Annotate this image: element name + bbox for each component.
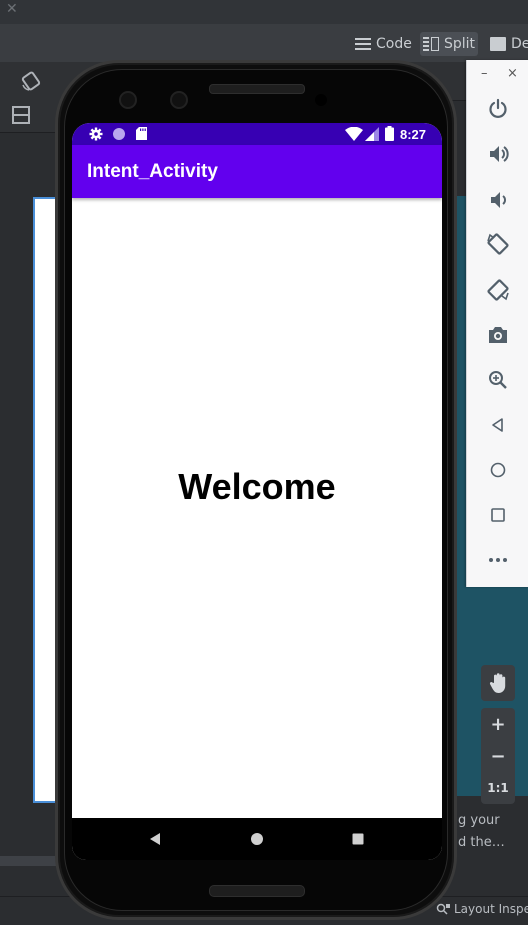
horizontal-scrollbar[interactable] [0, 856, 62, 866]
more-icon [489, 558, 507, 562]
rotate-right-icon [487, 279, 509, 301]
more-button[interactable] [483, 545, 513, 575]
hand-icon [489, 673, 506, 693]
nav-home-button[interactable] [248, 830, 266, 848]
close-emulator-button[interactable]: × [507, 66, 518, 81]
power-button[interactable] [483, 94, 513, 124]
proximity-sensor [315, 94, 327, 106]
close-tab-icon[interactable]: ✕ [6, 1, 18, 17]
lines-icon [355, 38, 371, 50]
zoom-button[interactable] [483, 365, 513, 395]
screenshot-button[interactable] [483, 320, 513, 350]
zoom-controls: + − 1:1 [481, 708, 515, 804]
pan-tool-button[interactable] [481, 665, 515, 701]
welcome-text: Welcome [178, 466, 336, 507]
back-button[interactable] [483, 410, 513, 440]
design-view-button[interactable]: De [487, 32, 528, 56]
image-icon [490, 37, 506, 51]
volume-up-icon [490, 146, 509, 162]
rotate-left-icon [487, 233, 509, 255]
minimize-button[interactable]: – [481, 66, 488, 81]
volume-down-button[interactable] [483, 185, 513, 215]
android-status-bar: 8:27 [72, 123, 442, 145]
volume-down-icon [491, 192, 506, 208]
cellular-signal-icon [365, 127, 379, 141]
top-speaker [209, 84, 305, 94]
emulator-side-panel: – × [466, 60, 528, 587]
overview-square-icon [352, 833, 364, 845]
hint-text: g your d the… [458, 813, 505, 850]
settings-gear-icon [89, 127, 103, 141]
front-camera-2 [170, 91, 188, 109]
ide-title-bar: ✕ [0, 0, 528, 24]
nav-overview-button[interactable] [349, 830, 367, 848]
rotate-device-icon[interactable] [20, 70, 42, 92]
nav-back-button[interactable] [146, 830, 164, 848]
camera-icon [489, 327, 507, 343]
power-icon [489, 98, 507, 118]
volume-up-button[interactable] [483, 139, 513, 169]
home-icon [490, 462, 506, 478]
home-circle-icon [251, 833, 263, 845]
layout-inspector-icon [436, 903, 450, 915]
overview-button[interactable] [483, 500, 513, 530]
app-toolbar: Intent_Activity [72, 145, 442, 198]
sd-card-icon [136, 127, 147, 140]
back-icon [492, 418, 503, 432]
rotate-left-button[interactable] [483, 229, 513, 259]
front-camera [119, 91, 137, 109]
status-time: 8:27 [400, 127, 427, 142]
ide-editor-toolbar: Code Split De [0, 24, 528, 63]
back-triangle-icon [150, 833, 160, 845]
bottom-speaker [209, 885, 305, 897]
overview-icon [491, 508, 505, 522]
zoom-in-button[interactable]: + [481, 708, 515, 740]
home-button[interactable] [483, 455, 513, 485]
zoom-icon [489, 371, 507, 389]
layout-panel-icon[interactable] [12, 106, 30, 124]
phone-screen: 8:27 Intent_Activity Welcome [72, 123, 442, 860]
activity-content: Welcome [72, 198, 442, 818]
app-title: Intent_Activity [87, 161, 218, 182]
code-view-button[interactable]: Code [352, 32, 415, 56]
zoom-out-button[interactable]: − [481, 740, 515, 772]
layout-inspector-tab[interactable]: Layout Inspe [436, 902, 528, 916]
notification-dot-icon [113, 128, 125, 140]
rotate-right-button[interactable] [483, 275, 513, 305]
split-view-button[interactable]: Split [420, 32, 479, 56]
wifi-icon [345, 127, 363, 141]
android-navigation-bar [72, 818, 442, 860]
zoom-actual-size-button[interactable]: 1:1 [481, 772, 515, 804]
split-icon [423, 37, 439, 51]
battery-icon [385, 126, 394, 141]
